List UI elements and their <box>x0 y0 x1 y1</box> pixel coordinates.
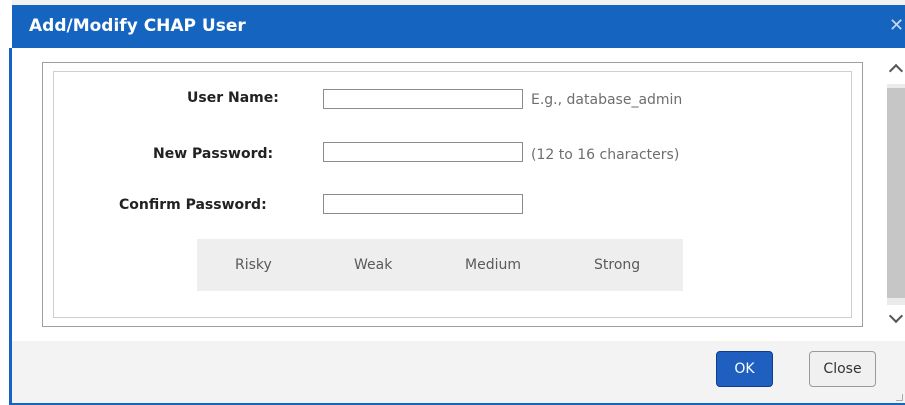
user-name-label: User Name: <box>187 90 279 106</box>
user-name-hint: E.g., database_admin <box>531 92 683 108</box>
new-password-label: New Password: <box>153 146 274 162</box>
ok-button[interactable]: OK <box>716 351 773 387</box>
confirm-password-label: Confirm Password: <box>119 197 267 213</box>
chap-user-dialog: Add/Modify CHAP User ✕ User Name: E.g., … <box>0 0 905 405</box>
vertical-scrollbar[interactable] <box>887 48 905 341</box>
close-icon[interactable]: ✕ <box>889 14 905 38</box>
close-button[interactable]: Close <box>809 351 876 387</box>
resize-grip-icon[interactable] <box>896 394 903 401</box>
new-password-input[interactable] <box>323 142 523 162</box>
confirm-password-input[interactable] <box>323 194 523 214</box>
scroll-down-arrow-icon[interactable] <box>887 305 905 341</box>
password-strength-meter: Risky Weak Medium Strong <box>197 239 683 291</box>
strength-level-strong: Strong <box>594 257 641 273</box>
strength-level-medium: Medium <box>465 257 521 273</box>
dialog-title-bar[interactable]: Add/Modify CHAP User ✕ <box>12 5 905 48</box>
scrollbar-thumb[interactable] <box>887 88 905 298</box>
strength-level-risky: Risky <box>235 257 272 273</box>
dialog-left-border <box>0 0 12 405</box>
new-password-hint: (12 to 16 characters) <box>531 147 680 163</box>
strength-level-weak: Weak <box>354 257 393 273</box>
scroll-up-arrow-icon[interactable] <box>887 48 905 84</box>
user-name-input[interactable] <box>323 89 523 109</box>
dialog-title: Add/Modify CHAP User <box>29 16 246 36</box>
